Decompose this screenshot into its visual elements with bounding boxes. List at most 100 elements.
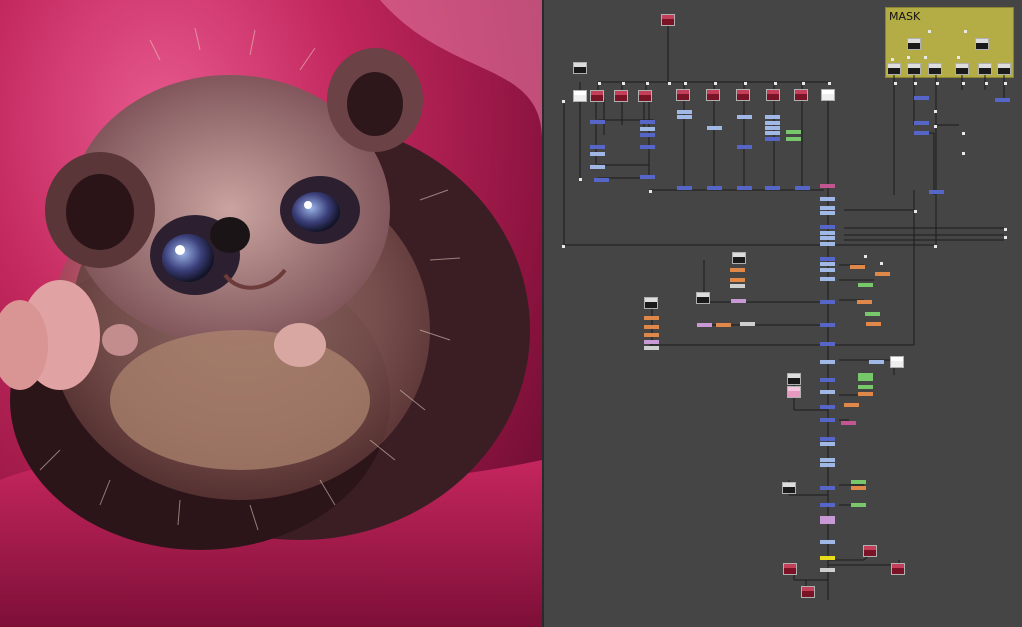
- tool-node-64[interactable]: [866, 322, 881, 326]
- tool-node-86[interactable]: [851, 503, 866, 507]
- tool-node-72[interactable]: [730, 268, 745, 272]
- pipe-router[interactable]: [579, 178, 582, 181]
- mask-merge-preview[interactable]: [907, 38, 921, 50]
- tool-node-6[interactable]: [590, 145, 605, 149]
- read-node-bottom-c[interactable]: [863, 545, 877, 557]
- pipe-router[interactable]: [598, 82, 601, 85]
- read-node-low-b[interactable]: [787, 386, 801, 398]
- mask-read-1[interactable]: [887, 63, 901, 75]
- tool-node-25[interactable]: [737, 186, 752, 190]
- tool-node-35[interactable]: [820, 242, 835, 246]
- tool-node-90[interactable]: [929, 190, 944, 194]
- read-node-bottom[interactable]: [782, 482, 796, 494]
- tool-node-34[interactable]: [820, 236, 835, 240]
- tool-node-66[interactable]: [858, 385, 873, 389]
- tool-node-5[interactable]: [640, 145, 655, 149]
- tool-node-69[interactable]: [841, 421, 856, 425]
- pipe-router[interactable]: [907, 56, 910, 59]
- tool-node-31[interactable]: [820, 211, 835, 215]
- pipe-router[interactable]: [1004, 236, 1007, 239]
- pipe-router[interactable]: [914, 82, 917, 85]
- read-node-low-a[interactable]: [787, 373, 801, 385]
- read-node-6[interactable]: [736, 89, 750, 101]
- tool-node-52[interactable]: [820, 486, 835, 490]
- read-node-3[interactable]: [638, 90, 652, 102]
- tool-node-12[interactable]: [677, 115, 692, 119]
- tool-node-85[interactable]: [851, 486, 866, 490]
- read-node-4[interactable]: [676, 89, 690, 101]
- tool-node-37[interactable]: [820, 262, 835, 266]
- tool-node-9[interactable]: [594, 178, 609, 182]
- pipe-router[interactable]: [964, 30, 967, 33]
- pipe-router[interactable]: [802, 82, 805, 85]
- pipe-router[interactable]: [1004, 228, 1007, 231]
- read-node-7[interactable]: [766, 89, 780, 101]
- tool-node-11[interactable]: [677, 110, 692, 114]
- read-node-right[interactable]: [890, 356, 904, 368]
- pipe-router[interactable]: [622, 82, 625, 85]
- read-node-bottom-a[interactable]: [783, 563, 797, 575]
- tool-node-75[interactable]: [731, 299, 746, 303]
- read-node-mid-a[interactable]: [732, 252, 746, 264]
- pipe-router[interactable]: [828, 82, 831, 85]
- read-node-8[interactable]: [794, 89, 808, 101]
- pipe-router[interactable]: [928, 30, 931, 33]
- tool-node-81[interactable]: [697, 323, 712, 327]
- tool-node-91[interactable]: [995, 98, 1010, 102]
- tool-node-49[interactable]: [820, 442, 835, 446]
- tool-node-58[interactable]: [820, 568, 835, 572]
- tool-node-32[interactable]: [820, 225, 835, 229]
- read-node-mid-b[interactable]: [644, 297, 658, 309]
- tool-node-89[interactable]: [914, 131, 929, 135]
- tool-node-39[interactable]: [820, 277, 835, 281]
- tool-node-14[interactable]: [737, 115, 752, 119]
- tool-node-61[interactable]: [858, 283, 873, 287]
- pipe-router[interactable]: [744, 82, 747, 85]
- tool-node-8[interactable]: [590, 165, 605, 169]
- pipe-router[interactable]: [936, 82, 939, 85]
- tool-node-77[interactable]: [644, 325, 659, 329]
- read-node-2[interactable]: [614, 90, 628, 102]
- mask-read-6[interactable]: [997, 63, 1011, 75]
- tool-node-30[interactable]: [820, 206, 835, 210]
- tool-node-45[interactable]: [820, 390, 835, 394]
- tool-node-19[interactable]: [765, 131, 780, 135]
- tool-node-43[interactable]: [820, 360, 835, 364]
- mask-read-5[interactable]: [978, 63, 992, 75]
- tool-node-48[interactable]: [820, 437, 835, 441]
- read-node-9[interactable]: [821, 89, 835, 101]
- tool-node-83[interactable]: [740, 322, 755, 326]
- tool-node-79[interactable]: [644, 340, 659, 344]
- mask-green-preview[interactable]: [975, 38, 989, 50]
- pipe-router[interactable]: [894, 82, 897, 85]
- pipe-router[interactable]: [714, 82, 717, 85]
- tool-node-4[interactable]: [640, 133, 655, 137]
- read-node-1[interactable]: [590, 90, 604, 102]
- tool-node-2[interactable]: [640, 120, 655, 124]
- pipe-router[interactable]: [891, 58, 894, 61]
- tool-node-16[interactable]: [765, 115, 780, 119]
- mask-read-4[interactable]: [955, 63, 969, 75]
- tool-node-76[interactable]: [644, 316, 659, 320]
- tool-node-68[interactable]: [844, 403, 859, 407]
- pipe-router[interactable]: [1004, 82, 1007, 85]
- tool-node-28[interactable]: [820, 184, 835, 188]
- read-node-alpha[interactable]: [573, 62, 587, 74]
- tool-node-10[interactable]: [640, 175, 655, 179]
- tool-node-41[interactable]: [820, 323, 835, 327]
- tool-node-50[interactable]: [820, 458, 835, 462]
- tool-node-63[interactable]: [865, 312, 880, 316]
- tool-node-70[interactable]: [869, 360, 884, 364]
- read-node-ref[interactable]: [573, 90, 587, 102]
- tool-node-24[interactable]: [707, 186, 722, 190]
- tool-node-21[interactable]: [786, 130, 801, 134]
- read-node-5[interactable]: [706, 89, 720, 101]
- tool-node-7[interactable]: [590, 152, 605, 156]
- read-node-top[interactable]: [661, 14, 675, 26]
- pipe-router[interactable]: [562, 100, 565, 103]
- tool-node-15[interactable]: [737, 145, 752, 149]
- tool-node-38[interactable]: [820, 268, 835, 272]
- tool-node-82[interactable]: [716, 323, 731, 327]
- pipe-router[interactable]: [684, 82, 687, 85]
- tool-node-51[interactable]: [820, 463, 835, 467]
